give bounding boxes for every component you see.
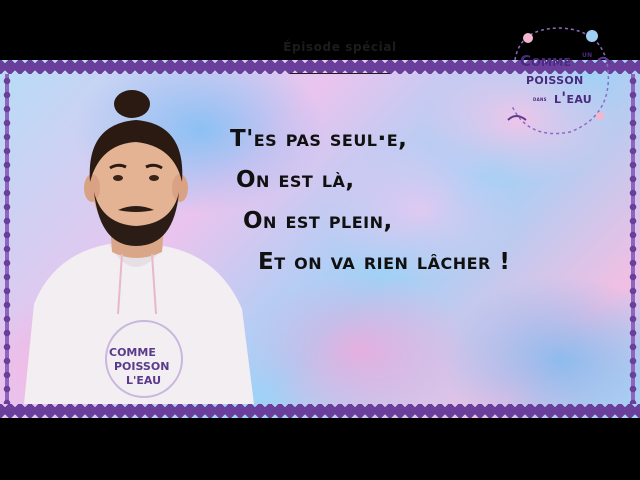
logo-word-leau: l'eau (554, 88, 593, 107)
letterbox-bottom (0, 418, 640, 480)
svg-text:L'EAU: L'EAU (126, 374, 161, 387)
host-portrait: COMME POISSON L'EAU (24, 90, 254, 404)
svg-text:COMME: COMME (109, 346, 156, 359)
logo-word-poisson: poisson (526, 70, 584, 88)
decorative-border-left (0, 74, 14, 404)
decorative-border-right (626, 74, 640, 404)
episode-label: Épisode spécial (283, 40, 397, 54)
decorative-border-bottom (0, 404, 640, 418)
svg-text:POISSON: POISSON (114, 360, 169, 373)
quote-line-4: Et on va rien lâcher ! (258, 249, 511, 275)
episode-underline (290, 73, 390, 74)
quote-line-3: On est plein, (243, 208, 393, 234)
quote-line-1: T'es pas seul·e, (230, 126, 408, 152)
logo-word-un: un (582, 50, 593, 59)
logo-word-comme: Comme (520, 52, 572, 70)
quote-line-2: On est là, (236, 167, 355, 193)
logo-word-dans: dans (533, 96, 547, 103)
